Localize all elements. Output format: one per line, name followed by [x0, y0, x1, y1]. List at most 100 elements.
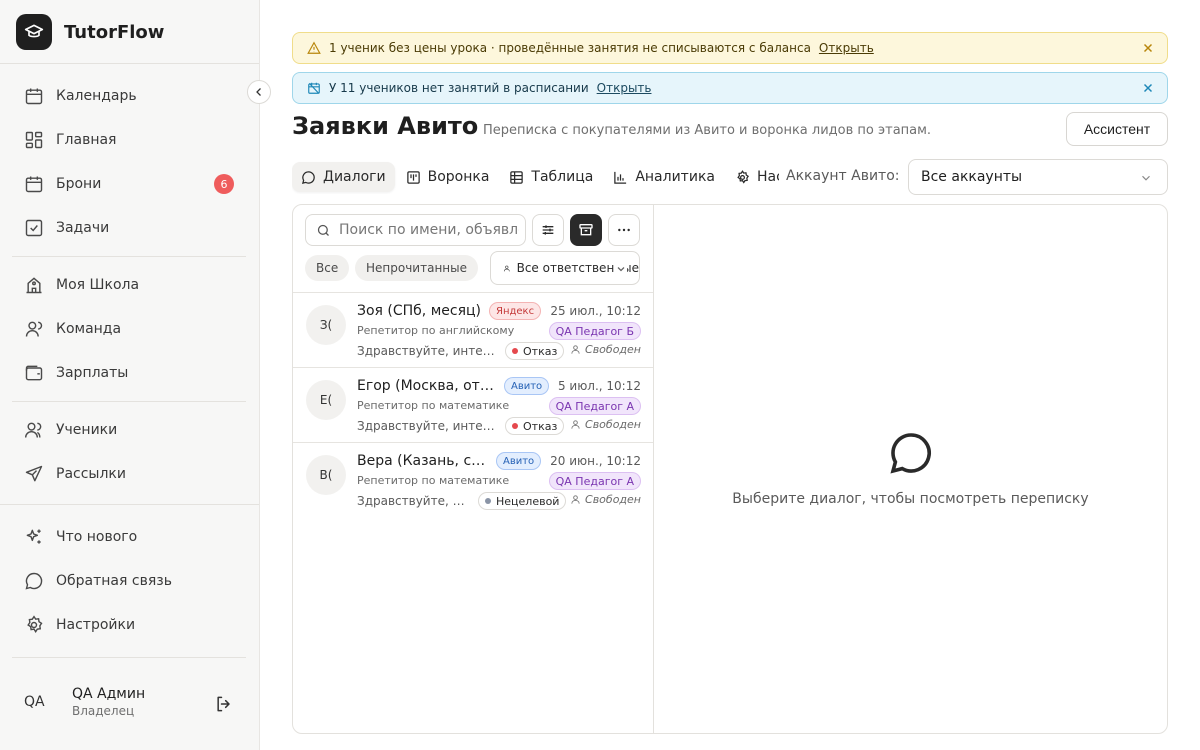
user-icon [571, 420, 580, 429]
chevron-down-icon [615, 263, 627, 275]
tab-settings[interactable]: Настройки [726, 162, 779, 192]
sidebar-item-calendar[interactable]: Календарь [12, 76, 246, 116]
message-icon [890, 433, 931, 474]
user-name: QA Админ [72, 686, 146, 702]
user-profile[interactable]: QA QA Админ Владелец [24, 686, 145, 718]
sidebar-item-label: Что нового [56, 529, 138, 545]
teacher-badge: QA Педагог Б [548, 322, 641, 340]
status-badge: Нецелевой [478, 492, 567, 510]
sidebar-item-label: Рассылки [56, 466, 126, 482]
status-dot [485, 498, 491, 504]
user-icon [571, 345, 580, 354]
assignee: Свободен [570, 493, 641, 506]
status-dot [512, 348, 518, 354]
filter-unread[interactable]: Непрочитанные [355, 255, 478, 281]
sidebar-item-school[interactable]: Моя Школа [12, 265, 246, 305]
archive-button[interactable] [570, 214, 602, 246]
users-icon [24, 422, 42, 438]
more-horizontal-icon [618, 228, 630, 232]
sidebar-item-feedback[interactable]: Обратная связь [12, 561, 246, 601]
sidebar-item-label: Брони [56, 176, 102, 192]
account-value: Все аккаунты [921, 169, 1023, 185]
tab-funnel[interactable]: Воронка [397, 162, 499, 192]
sidebar-item-salaries[interactable]: Зарплаты [12, 353, 246, 393]
collapse-sidebar-button[interactable] [247, 80, 271, 104]
filters-button[interactable] [532, 214, 564, 246]
conversation-row[interactable]: В( Вера (Казань, с осени) Авито 20 июн.,… [293, 443, 653, 518]
filter-all[interactable]: Все [305, 255, 350, 281]
banner-open-link[interactable]: Открыть [819, 41, 874, 55]
checkbox-icon [25, 219, 43, 237]
archive-icon [579, 224, 593, 236]
sidebar-item-team[interactable]: Команда [12, 309, 246, 349]
divider [0, 504, 259, 505]
logout-icon[interactable] [214, 694, 234, 714]
source-badge: Яндекс [489, 302, 542, 320]
avatar: Е( [306, 380, 346, 420]
account-select[interactable]: Все аккаунты [908, 159, 1168, 195]
tab-table[interactable]: Таблица [500, 162, 602, 192]
count-badge: 6 [214, 174, 234, 194]
sidebar-item-label: Настройки [56, 617, 136, 633]
avatar: З( [306, 305, 346, 345]
assignee: Свободен [570, 343, 641, 356]
close-icon[interactable] [1141, 81, 1155, 95]
brand[interactable]: TutorFlow [16, 14, 164, 50]
search-box[interactable] [305, 214, 526, 246]
close-icon[interactable] [1141, 41, 1155, 55]
sidebar-item-label: Команда [56, 321, 122, 337]
user-icon [25, 321, 43, 337]
ad-subject: Репетитор по математике [357, 474, 510, 487]
tab-dialogs[interactable]: Диалоги [292, 162, 395, 192]
page-subtitle: Переписка с покупателями из Авито и воро… [483, 123, 932, 138]
sliders-icon [542, 225, 554, 235]
chevron-left-icon [256, 88, 261, 96]
assignee-label: Свободен [585, 343, 641, 356]
tab-label: Настройки [756, 169, 779, 185]
timestamp: 20 июн., 10:12 [550, 454, 641, 468]
message-preview: Здравствуйте, интересует [357, 494, 469, 508]
sidebar-item-tasks[interactable]: Задачи [12, 208, 246, 248]
sidebar-item-whats-new[interactable]: Что нового [12, 517, 246, 557]
sidebar-item-label: Главная [56, 132, 117, 148]
send-icon [25, 465, 43, 482]
sidebar-item-settings[interactable]: Настройки [12, 605, 246, 645]
sidebar-item-students[interactable]: Ученики [12, 410, 246, 450]
search-icon [317, 224, 329, 236]
banner-text: 1 ученик без цены урока · проведённые за… [329, 41, 811, 55]
message-preview: Здравствуйте, интересует [357, 419, 497, 433]
sidebar-item-label: Зарплаты [56, 365, 129, 381]
banner-text: У 11 учеников нет занятий в расписании [329, 81, 589, 95]
search-input[interactable] [339, 222, 519, 238]
sidebar-item-bookings[interactable]: Брони 6 [12, 164, 246, 204]
user-icon [503, 265, 510, 271]
sidebar-item-label: Задачи [56, 220, 110, 236]
responsible-select[interactable]: Все ответственные [490, 251, 640, 285]
avatar: В( [306, 455, 346, 495]
banner-open-link[interactable]: Открыть [597, 81, 652, 95]
conversation-row[interactable]: Е( Егор (Москва, от 5 мес) Авито 5 июл.,… [293, 368, 653, 443]
message-preview: Здравствуйте, интересует [357, 344, 497, 358]
tab-analytics[interactable]: Аналитика [604, 162, 724, 192]
user-icon [571, 495, 580, 504]
assistant-button[interactable]: Ассистент [1066, 112, 1168, 146]
warning-banner: 1 ученик без цены урока · проведённые за… [292, 32, 1168, 64]
more-button[interactable] [608, 214, 640, 246]
source-badge: Авито [504, 377, 550, 395]
avatar: QA [24, 694, 45, 710]
empty-state-text: Выберите диалог, чтобы посмотреть перепи… [732, 491, 1089, 507]
sidebar-item-home[interactable]: Главная [12, 120, 246, 160]
chevron-down-icon [1142, 175, 1150, 181]
calendar-off-icon [308, 82, 320, 94]
sidebar-item-mailings[interactable]: Рассылки [12, 454, 246, 494]
gear-icon [737, 169, 749, 184]
warning-icon [307, 41, 321, 54]
status-label: Отказ [523, 419, 558, 433]
table-icon [510, 170, 524, 184]
graduation-cap-icon [16, 14, 52, 50]
dashboard-icon [25, 131, 43, 149]
timestamp: 25 июл., 10:12 [550, 304, 641, 318]
conversation-row[interactable]: З( Зоя (СПб, месяц) Яндекс 25 июл., 10:1… [293, 293, 653, 368]
school-icon [26, 277, 42, 294]
tab-label: Диалоги [323, 169, 386, 185]
